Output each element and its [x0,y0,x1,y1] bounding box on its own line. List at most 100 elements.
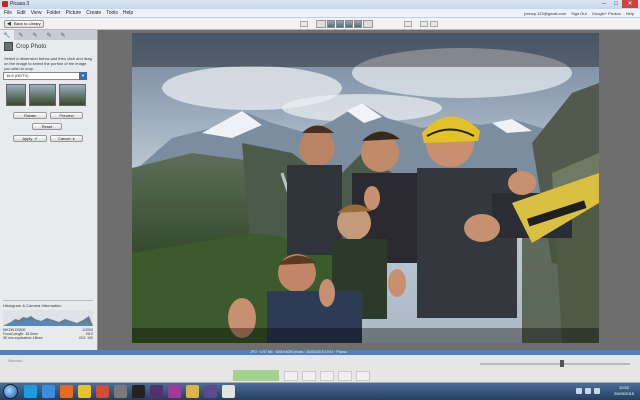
zoom-slider[interactable] [480,363,630,365]
edit-tabs: 🔧 ✎ ✎ ✎ ✎ [0,30,97,40]
menu-bar: File Edit View Folder Picture Create Tools Help… [0,9,640,18]
help-link[interactable]: Help [626,11,634,16]
cancel-label: Cancel [58,136,71,141]
menu-item[interactable]: Folder [46,9,60,18]
crop-icon [4,42,13,51]
filmstrip-left[interactable] [316,20,326,28]
iso: ISO: 100 [79,336,93,340]
firefox-icon[interactable] [60,385,73,398]
chrome-icon[interactable] [78,385,91,398]
tray-selection[interactable] [233,370,279,381]
close-icon[interactable]: ✕ [622,0,638,8]
start-button[interactable] [3,384,18,399]
picasa-icon[interactable] [96,385,109,398]
menu-item[interactable]: Picture [66,9,82,18]
share-icon[interactable] [356,371,370,381]
export-icon[interactable] [338,371,352,381]
edit-panel: 🔧 ✎ ✎ ✎ ✎ Crop Photo Select a dimension … [0,30,98,350]
thumbnail[interactable] [354,20,362,28]
photo-tray: Selection [0,355,640,383]
network-icon[interactable] [576,388,582,394]
zoom-slider-handle[interactable] [560,360,564,367]
panel-title: Crop Photo [16,43,47,50]
photo-canvas[interactable] [99,30,640,350]
illustrator-icon[interactable] [150,385,163,398]
taskbar-apps [24,385,240,398]
ie-icon[interactable] [42,385,55,398]
thumbnail[interactable] [336,20,344,28]
tab-more-effects[interactable]: ✎ [42,30,56,40]
vlc-icon[interactable] [132,385,145,398]
back-arrow-icon: ◀ [7,21,11,27]
menu-item[interactable]: Edit [17,9,26,18]
menu-item[interactable]: Create [86,9,101,18]
menu-item[interactable]: Tools [106,9,118,18]
cancel-button[interactable]: Cancel ● [50,135,83,142]
chevron-down-icon[interactable]: ▼ [79,72,87,80]
apply-button[interactable]: Apply ✔ [13,135,47,142]
skype-icon[interactable] [24,385,37,398]
tab-more-effects-2[interactable]: ✎ [56,30,70,40]
clock[interactable]: 10:52 20/09/2015 [614,385,634,397]
window-controls: – □ ✕ [598,0,638,8]
photo-image [132,33,599,343]
equiv-focal: 35 mm-equivalent: 18mm [3,336,43,340]
view-toggle-icon[interactable] [420,21,428,27]
histogram-box: Histogram & Camera Information NIKON D33… [3,300,93,344]
rotate-button[interactable]: Rotate [13,112,47,119]
menu-item[interactable]: Help [123,9,133,18]
crop-preview[interactable] [6,84,26,106]
thumbnail-nav [316,20,374,28]
histogram-graph [3,310,93,326]
folder-icon[interactable] [186,385,199,398]
next-icon[interactable] [404,21,412,27]
panel-header: Crop Photo [4,42,46,51]
word-icon[interactable] [168,385,181,398]
sign-out-link[interactable]: Sign Out [571,11,587,16]
account-area: jvnnap 123@gmail.com Sign Out Google+ Ph… [520,9,634,18]
menu-item[interactable]: File [4,9,12,18]
crop-previews [6,84,89,106]
print-icon[interactable] [320,371,334,381]
tab-effects[interactable]: ✎ [28,30,42,40]
premiere-icon[interactable] [204,385,217,398]
google-photos-link[interactable]: Google+ Photos [592,11,621,16]
back-to-library-button[interactable]: ◀ Back to Library [4,20,44,28]
window-title: Picasa 3 [10,1,30,7]
prev-icon[interactable] [300,21,308,27]
picasa-icon [2,1,8,7]
filmstrip-right[interactable] [363,20,373,28]
thumbnail[interactable] [327,20,335,28]
back-label: Back to Library [14,21,41,26]
tab-tuning[interactable]: ✎ [14,30,28,40]
minimize-icon[interactable]: – [598,0,610,8]
note-icon[interactable] [222,385,235,398]
title-bar: Picasa 3 – □ ✕ [0,0,640,9]
upload-icon[interactable] [284,371,298,381]
apply-label: Apply [22,136,33,141]
maximize-icon[interactable]: □ [610,0,622,8]
email-icon[interactable] [302,371,316,381]
volume-icon[interactable] [585,388,591,394]
thumbnail[interactable] [345,20,353,28]
preview-button[interactable]: Preview [50,112,83,119]
photo[interactable] [132,33,599,343]
clock-date: 20/09/2015 [613,391,634,396]
camera-info: NIKON D3300 Focal Length: 18.0mm 35 mm-e… [3,328,93,340]
aspect-ratio-value: 16:9 (HDTV) [6,73,29,78]
reset-button[interactable]: Reset [32,123,62,130]
rotate-label: Rotate [24,113,36,118]
account-email[interactable]: jvnnap 123@gmail.com [524,11,566,16]
tab-basic-fixes[interactable]: 🔧 [0,30,14,40]
crop-preview[interactable] [29,84,56,106]
histogram-title: Histogram & Camera Information [3,303,62,308]
cancel-icon: ● [72,136,75,141]
taskbar: 10:52 20/09/2015 [0,383,640,400]
tray-label: Selection [8,359,23,363]
media-icon[interactable] [114,385,127,398]
aspect-ratio-select[interactable]: 16:9 (HDTV) ▼ [3,72,87,80]
view-toggle-icon[interactable] [430,21,438,27]
menu-item[interactable]: View [31,9,42,18]
flag-icon[interactable] [594,388,600,394]
crop-preview[interactable] [59,84,86,106]
